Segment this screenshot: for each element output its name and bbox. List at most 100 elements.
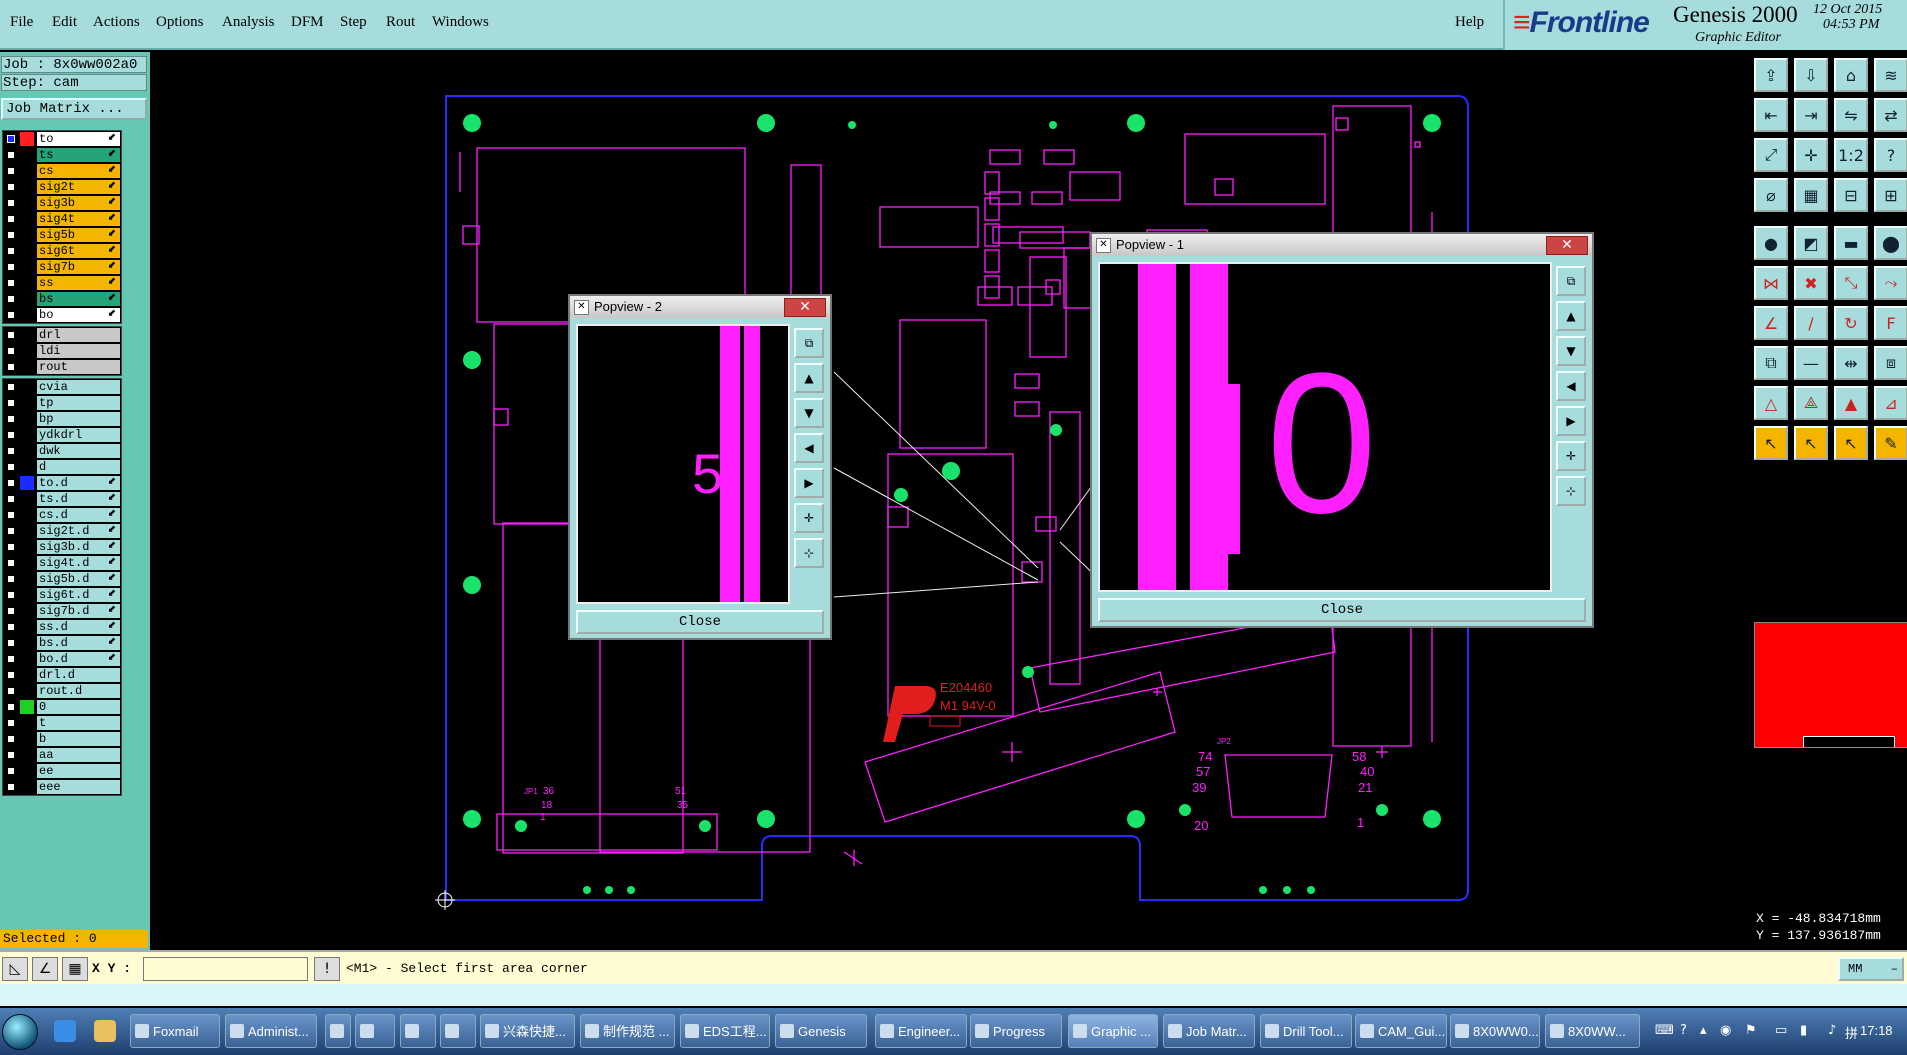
layer-checkbox[interactable] <box>7 735 15 743</box>
layer-color-swatch[interactable] <box>20 164 34 178</box>
layer-row[interactable]: sig7b ⬋ <box>3 259 121 275</box>
layer-checkbox[interactable] <box>7 495 15 503</box>
taskbar-item[interactable]: Drill Tool... <box>1260 1014 1352 1048</box>
menu-dfm[interactable]: DFM <box>291 14 324 31</box>
layer-checkbox[interactable] <box>7 463 15 471</box>
taskbar-item[interactable]: Foxmail <box>130 1014 220 1048</box>
layer-row[interactable]: rout <box>3 359 121 375</box>
layer-checkbox[interactable] <box>7 607 15 615</box>
layer-row[interactable]: b <box>3 731 121 747</box>
pan-right-icon[interactable]: ▶ <box>1556 406 1586 436</box>
folder-icon[interactable] <box>94 1020 116 1042</box>
keyboard-icon[interactable]: ⌨ <box>1655 1023 1674 1038</box>
layer-row[interactable]: to ⬋ <box>3 131 121 147</box>
layer-row[interactable]: bs.d ⬋ <box>3 635 121 651</box>
taskbar-item[interactable]: EDS工程... <box>680 1014 770 1048</box>
layer-row[interactable]: to.d ⬋ <box>3 475 121 491</box>
toggle-icon[interactable]: ⇋ <box>1834 98 1868 132</box>
layer-name[interactable]: sig7b ⬋ <box>37 260 120 274</box>
layer-name[interactable]: sig3b ⬋ <box>37 196 120 210</box>
layer-color-swatch[interactable] <box>20 684 34 698</box>
layer-color-swatch[interactable] <box>20 508 34 522</box>
layer-checkbox[interactable] <box>7 543 15 551</box>
layer-checkbox[interactable] <box>7 559 15 567</box>
layer-color-swatch[interactable] <box>20 588 34 602</box>
layer-row[interactable]: sig5b ⬋ <box>3 227 121 243</box>
layer-name[interactable]: sig4t ⬋ <box>37 212 120 226</box>
layer-name[interactable]: to ⬋ <box>37 132 120 146</box>
volume-icon[interactable]: ♪ <box>1828 1023 1836 1038</box>
net-icon[interactable]: ⊟ <box>1834 178 1868 212</box>
layer-name[interactable]: drl.d <box>37 668 120 682</box>
pan-down-icon[interactable]: ▼ <box>794 398 824 428</box>
xy-input[interactable] <box>143 957 308 981</box>
layer-color-swatch[interactable] <box>20 540 34 554</box>
zoom-fit-icon[interactable]: ⤢ <box>1754 138 1788 172</box>
layer-checkbox[interactable] <box>7 703 15 711</box>
layer-color-swatch[interactable] <box>20 716 34 730</box>
taskbar-item[interactable]: Job Matr... <box>1163 1014 1255 1048</box>
layer-name[interactable]: cs ⬋ <box>37 164 120 178</box>
layer-name[interactable]: cs.d ⬋ <box>37 508 120 522</box>
taskbar-item[interactable]: 兴森快捷... <box>480 1014 575 1048</box>
minus-icon[interactable]: — <box>1794 346 1828 380</box>
layer-name[interactable]: sig2t ⬋ <box>37 180 120 194</box>
layer-name[interactable]: ss ⬋ <box>37 276 120 290</box>
ie-icon[interactable] <box>54 1020 76 1042</box>
triangle3-icon[interactable]: ▲ <box>1834 386 1868 420</box>
layer-row[interactable]: dwk <box>3 443 121 459</box>
layer-checkbox[interactable] <box>7 363 15 371</box>
layer-color-swatch[interactable] <box>20 212 34 226</box>
layer-row[interactable]: sig2t.d ⬋ <box>3 523 121 539</box>
step-icon[interactable]: ⇄ <box>1874 98 1907 132</box>
menu-actions[interactable]: Actions <box>93 14 140 31</box>
layer-row[interactable]: tp <box>3 395 121 411</box>
redo-icon[interactable]: ⇥ <box>1794 98 1828 132</box>
layer-name[interactable]: sig6t.d ⬋ <box>37 588 120 602</box>
layer-color-swatch[interactable] <box>20 780 34 794</box>
pan-left-icon[interactable]: ◀ <box>1556 371 1586 401</box>
taskbar-item[interactable] <box>355 1014 395 1048</box>
layer-name[interactable]: to.d ⬋ <box>37 476 120 490</box>
layer-checkbox[interactable] <box>7 247 15 255</box>
layer-color-swatch[interactable] <box>20 244 34 258</box>
layer-row[interactable]: ss.d ⬋ <box>3 619 121 635</box>
layer-checkbox[interactable] <box>7 263 15 271</box>
pan-up-icon[interactable]: ▲ <box>1556 301 1586 331</box>
home-icon[interactable]: ⌂ <box>1834 58 1868 92</box>
start-button[interactable] <box>2 1014 38 1050</box>
layer-checkbox[interactable] <box>7 447 15 455</box>
tray-expand-icon[interactable]: ▴ <box>1700 1023 1707 1038</box>
scale-icon[interactable]: 1:2 <box>1834 138 1868 172</box>
snap-icon[interactable]: ≋ <box>1874 58 1907 92</box>
layer-checkbox[interactable] <box>7 511 15 519</box>
pad-icon[interactable]: ● <box>1754 226 1788 260</box>
triangle-icon[interactable]: △ <box>1754 386 1788 420</box>
pan-right-icon[interactable]: ▶ <box>794 468 824 498</box>
layer-row[interactable]: aa <box>3 747 121 763</box>
layer-row[interactable]: drl.d <box>3 667 121 683</box>
layer-row[interactable]: sig6t ⬋ <box>3 243 121 259</box>
layer-row[interactable]: 0 <box>3 699 121 715</box>
layer-name[interactable]: aa <box>37 748 120 762</box>
layer-name[interactable]: bp <box>37 412 120 426</box>
layer-color-swatch[interactable] <box>20 148 34 162</box>
layer-name[interactable]: drl <box>37 328 120 342</box>
taskbar-item[interactable]: Genesis <box>775 1014 867 1048</box>
layer-color-swatch[interactable] <box>20 652 34 666</box>
layer-row[interactable]: ts.d ⬋ <box>3 491 121 507</box>
layer-row[interactable]: sig3b ⬋ <box>3 195 121 211</box>
taskbar-item[interactable]: 8X0WW... <box>1545 1014 1640 1048</box>
pointer2-icon[interactable]: ↖ <box>1794 426 1828 460</box>
rotate-icon[interactable]: ↻ <box>1834 306 1868 340</box>
layer-checkbox[interactable] <box>7 719 15 727</box>
layer-color-swatch[interactable] <box>20 492 34 506</box>
zoom-in-icon[interactable]: ✛ <box>1556 441 1586 471</box>
layer-row[interactable]: sig4t.d ⬋ <box>3 555 121 571</box>
layer-name[interactable]: t <box>37 716 120 730</box>
layer-color-swatch[interactable] <box>20 276 34 290</box>
layer-checkbox[interactable] <box>7 215 15 223</box>
layer-row[interactable]: drl <box>3 327 121 343</box>
layer-name[interactable]: bo ⬋ <box>37 308 120 322</box>
connect-icon[interactable]: ⋈ <box>1754 266 1788 300</box>
